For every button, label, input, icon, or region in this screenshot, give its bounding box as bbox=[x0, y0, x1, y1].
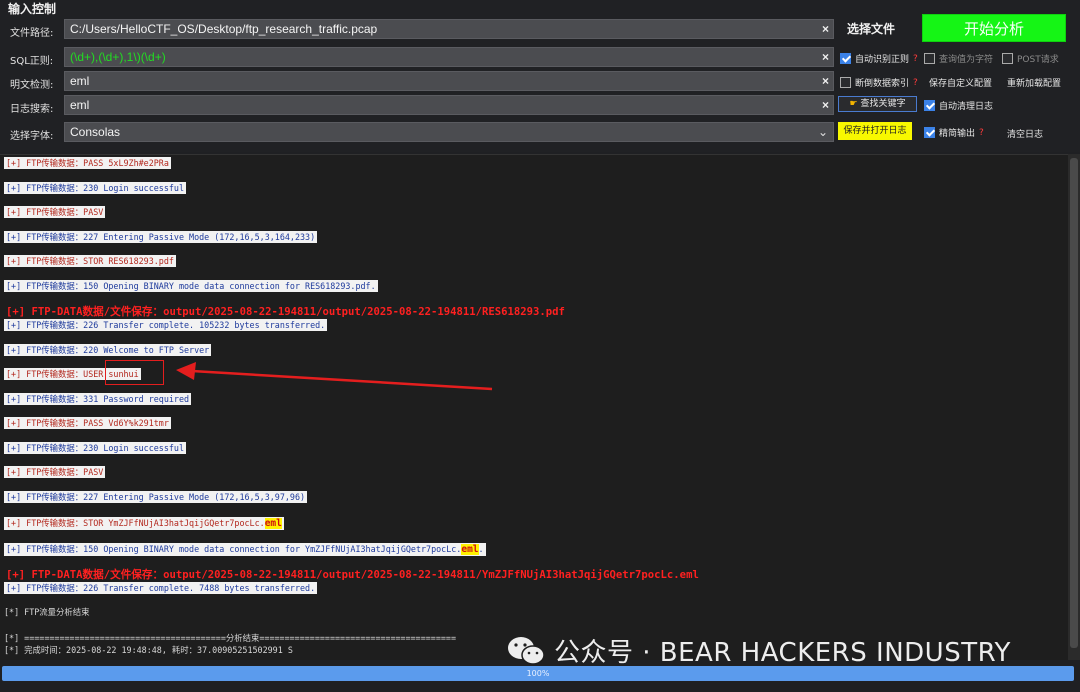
watermark-text: 公众号 · BEAR HACKERS INDUSTRY bbox=[554, 638, 1011, 668]
annotation-arrow-icon bbox=[176, 362, 493, 391]
watermark: 公众号 · BEAR HACKERS INDUSTRY bbox=[506, 632, 1011, 669]
wechat-icon bbox=[508, 636, 545, 665]
progress-bar: 100% bbox=[2, 666, 1074, 681]
